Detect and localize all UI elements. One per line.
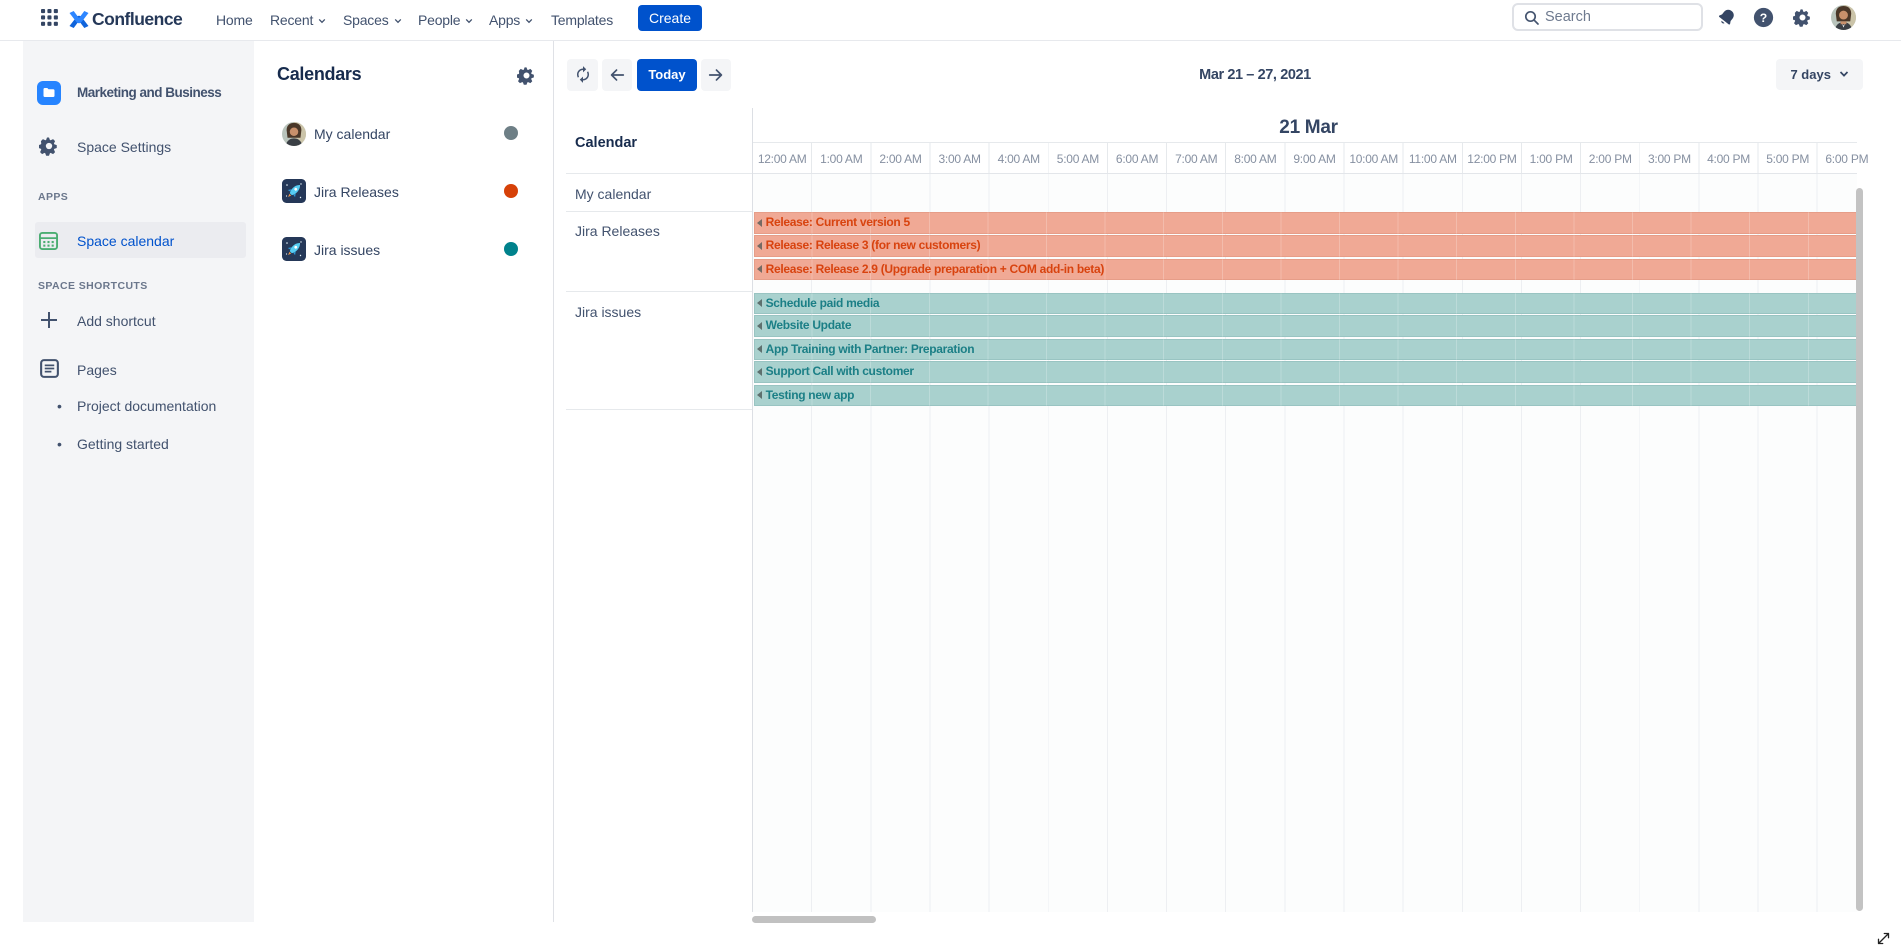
svg-text:?: ? <box>1760 11 1767 25</box>
